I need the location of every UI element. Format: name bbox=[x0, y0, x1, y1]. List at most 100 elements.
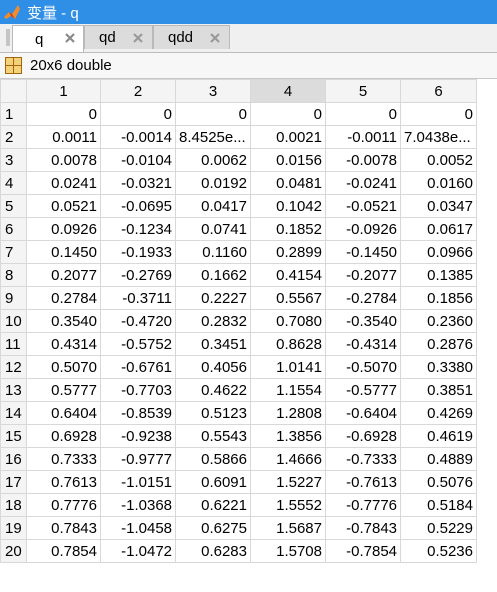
table-cell[interactable]: -0.4720 bbox=[100, 309, 176, 333]
table-cell[interactable]: 0.6275 bbox=[175, 516, 251, 540]
table-cell[interactable]: 1.5227 bbox=[250, 470, 326, 494]
row-header[interactable]: 2 bbox=[0, 125, 27, 149]
table-cell[interactable]: -1.0368 bbox=[100, 493, 176, 517]
column-header-6[interactable]: 6 bbox=[400, 79, 477, 103]
table-cell[interactable]: 1.3856 bbox=[250, 424, 326, 448]
table-cell[interactable]: 0.3851 bbox=[400, 378, 477, 402]
row-header[interactable]: 9 bbox=[0, 286, 27, 310]
table-cell[interactable]: -0.0014 bbox=[100, 125, 176, 149]
table-cell[interactable]: -0.7854 bbox=[325, 539, 401, 563]
table-cell[interactable]: 0.0521 bbox=[26, 194, 101, 218]
table-cell[interactable]: -0.1234 bbox=[100, 217, 176, 241]
table-cell[interactable]: 0.7776 bbox=[26, 493, 101, 517]
table-cell[interactable]: 0.5777 bbox=[26, 378, 101, 402]
row-header[interactable]: 8 bbox=[0, 263, 27, 287]
close-icon[interactable] bbox=[131, 31, 145, 45]
table-cell[interactable]: -0.1933 bbox=[100, 240, 176, 264]
table-cell[interactable]: -0.0695 bbox=[100, 194, 176, 218]
table-cell[interactable]: -1.0472 bbox=[100, 539, 176, 563]
table-cell[interactable]: -0.4314 bbox=[325, 332, 401, 356]
table-cell[interactable]: 0.1662 bbox=[175, 263, 251, 287]
table-cell[interactable]: 0.4269 bbox=[400, 401, 477, 425]
table-cell[interactable]: 0.4622 bbox=[175, 378, 251, 402]
table-cell[interactable]: -0.5777 bbox=[325, 378, 401, 402]
table-cell[interactable]: 0 bbox=[400, 102, 477, 126]
table-cell[interactable]: -0.7843 bbox=[325, 516, 401, 540]
row-header[interactable]: 12 bbox=[0, 355, 27, 379]
table-cell[interactable]: 0.0156 bbox=[250, 148, 326, 172]
table-cell[interactable]: 0.0481 bbox=[250, 171, 326, 195]
table-cell[interactable]: 0.2899 bbox=[250, 240, 326, 264]
table-cell[interactable]: -0.0241 bbox=[325, 171, 401, 195]
table-cell[interactable]: 0.6928 bbox=[26, 424, 101, 448]
table-cell[interactable]: -0.6928 bbox=[325, 424, 401, 448]
table-cell[interactable]: 0.0078 bbox=[26, 148, 101, 172]
row-header[interactable]: 11 bbox=[0, 332, 27, 356]
table-cell[interactable]: 0.5184 bbox=[400, 493, 477, 517]
table-cell[interactable]: 0.0011 bbox=[26, 125, 101, 149]
table-cell[interactable]: 0.7333 bbox=[26, 447, 101, 471]
table-cell[interactable]: 0.5076 bbox=[400, 470, 477, 494]
column-header-5[interactable]: 5 bbox=[325, 79, 401, 103]
table-cell[interactable]: 0.5229 bbox=[400, 516, 477, 540]
table-cell[interactable]: 0.0966 bbox=[400, 240, 477, 264]
drag-handle-icon[interactable] bbox=[6, 29, 10, 46]
tab-q[interactable]: q bbox=[12, 25, 84, 52]
table-cell[interactable]: 0.2360 bbox=[400, 309, 477, 333]
table-cell[interactable]: 0.4889 bbox=[400, 447, 477, 471]
table-cell[interactable]: 0.5567 bbox=[250, 286, 326, 310]
row-header[interactable]: 6 bbox=[0, 217, 27, 241]
table-cell[interactable]: 0.1042 bbox=[250, 194, 326, 218]
table-cell[interactable]: 1.0141 bbox=[250, 355, 326, 379]
table-cell[interactable]: -0.0926 bbox=[325, 217, 401, 241]
table-cell[interactable]: 1.1554 bbox=[250, 378, 326, 402]
table-cell[interactable]: 0.1856 bbox=[400, 286, 477, 310]
table-cell[interactable]: -0.7333 bbox=[325, 447, 401, 471]
table-cell[interactable]: 0.8628 bbox=[250, 332, 326, 356]
table-cell[interactable]: 0.3451 bbox=[175, 332, 251, 356]
table-cell[interactable]: 0.4056 bbox=[175, 355, 251, 379]
table-cell[interactable]: 0.0926 bbox=[26, 217, 101, 241]
column-header-3[interactable]: 3 bbox=[175, 79, 251, 103]
table-cell[interactable]: 0.0347 bbox=[400, 194, 477, 218]
row-header[interactable]: 17 bbox=[0, 470, 27, 494]
table-cell[interactable]: 1.4666 bbox=[250, 447, 326, 471]
close-icon[interactable] bbox=[63, 31, 77, 45]
table-cell[interactable]: 0.4619 bbox=[400, 424, 477, 448]
table-cell[interactable]: -1.0458 bbox=[100, 516, 176, 540]
table-cell[interactable]: 0.0417 bbox=[175, 194, 251, 218]
table-cell[interactable]: 0.5866 bbox=[175, 447, 251, 471]
table-cell[interactable]: -0.9777 bbox=[100, 447, 176, 471]
table-cell[interactable]: 0.0192 bbox=[175, 171, 251, 195]
row-header[interactable]: 14 bbox=[0, 401, 27, 425]
table-cell[interactable]: 0 bbox=[175, 102, 251, 126]
row-header[interactable]: 18 bbox=[0, 493, 27, 517]
table-cell[interactable]: 0.7854 bbox=[26, 539, 101, 563]
table-cell[interactable]: 0.5123 bbox=[175, 401, 251, 425]
table-cell[interactable]: 0.4154 bbox=[250, 263, 326, 287]
table-cell[interactable]: 0.5070 bbox=[26, 355, 101, 379]
table-cell[interactable]: 0.7080 bbox=[250, 309, 326, 333]
tab-qdd[interactable]: qdd bbox=[153, 25, 230, 49]
table-cell[interactable]: 0 bbox=[100, 102, 176, 126]
row-header[interactable]: 20 bbox=[0, 539, 27, 563]
table-cell[interactable]: -0.2077 bbox=[325, 263, 401, 287]
column-header-2[interactable]: 2 bbox=[100, 79, 176, 103]
table-cell[interactable]: 0.4314 bbox=[26, 332, 101, 356]
table-cell[interactable]: -0.3540 bbox=[325, 309, 401, 333]
row-header[interactable]: 15 bbox=[0, 424, 27, 448]
table-cell[interactable]: 0.0617 bbox=[400, 217, 477, 241]
corner-header-cell[interactable] bbox=[0, 79, 27, 103]
table-cell[interactable]: 0.2832 bbox=[175, 309, 251, 333]
row-header[interactable]: 13 bbox=[0, 378, 27, 402]
table-cell[interactable]: 1.5687 bbox=[250, 516, 326, 540]
table-cell[interactable]: 0.1385 bbox=[400, 263, 477, 287]
table-cell[interactable]: -0.0011 bbox=[325, 125, 401, 149]
row-header[interactable]: 7 bbox=[0, 240, 27, 264]
row-header[interactable]: 1 bbox=[0, 102, 27, 126]
table-cell[interactable]: 0.2077 bbox=[26, 263, 101, 287]
table-cell[interactable]: 0 bbox=[250, 102, 326, 126]
table-cell[interactable]: 0.0741 bbox=[175, 217, 251, 241]
row-header[interactable]: 4 bbox=[0, 171, 27, 195]
table-cell[interactable]: 8.4525e... bbox=[175, 125, 251, 149]
